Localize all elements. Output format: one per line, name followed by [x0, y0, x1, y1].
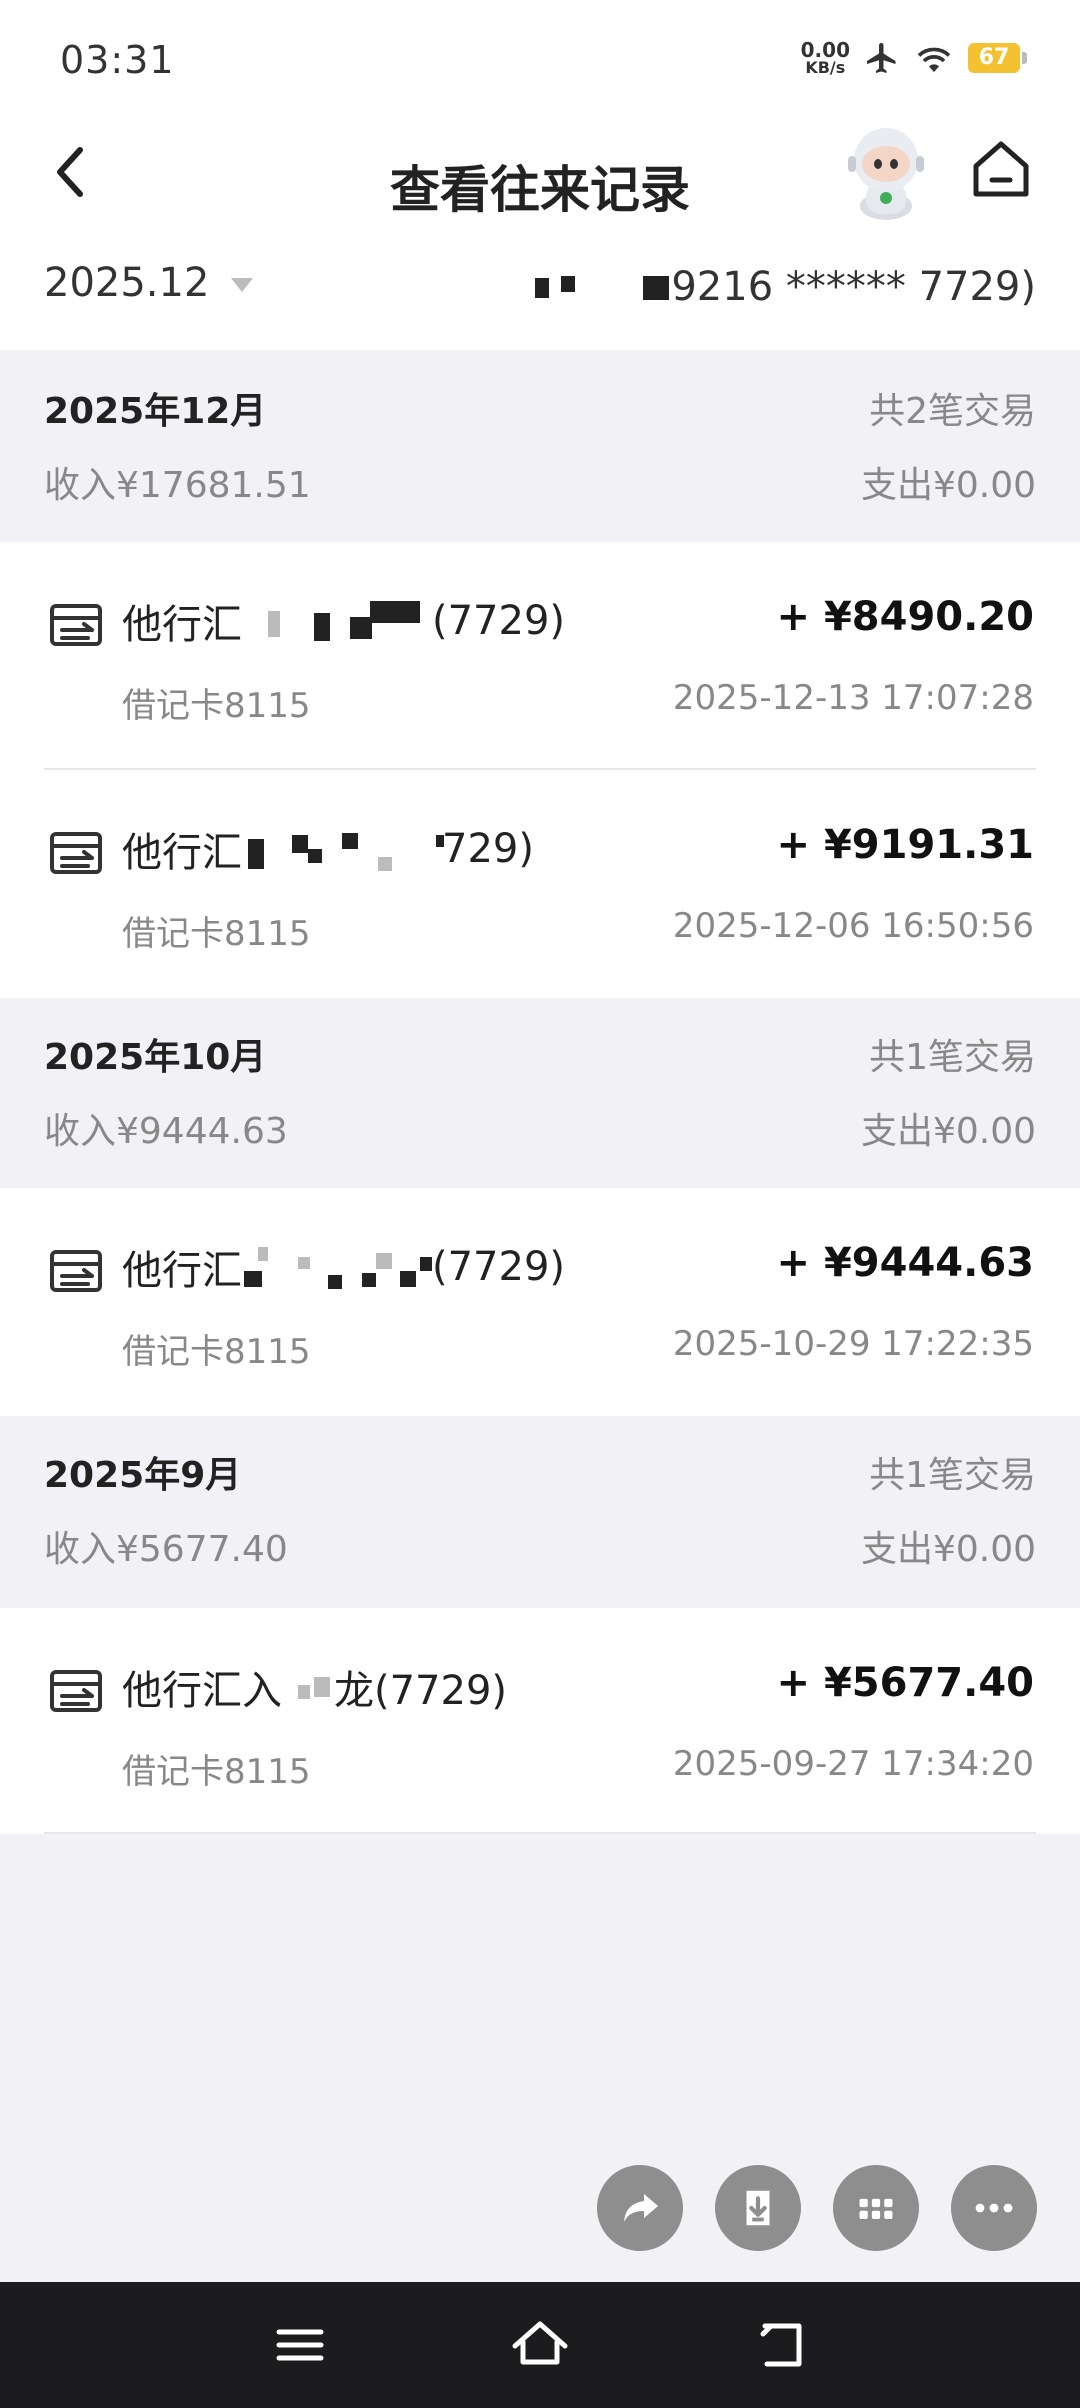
transaction-name-suffix: 龙(7729): [334, 1668, 508, 1714]
transaction-card: 借记卡8115: [122, 1752, 311, 1792]
transaction-item[interactable]: 他行汇入 龙(7729) + ¥5677.40 借记卡8115 2025-09-…: [0, 1608, 1080, 1834]
transaction-name-suffix: 729): [442, 826, 534, 872]
section-month: 2025年10月: [44, 1037, 267, 1078]
transaction-name: 他行汇 729): [122, 820, 534, 878]
back-icon[interactable]: [745, 2310, 815, 2380]
transaction-time: 2025-09-27 17:34:20: [672, 1744, 1034, 1784]
month-selector-label: 2025.12: [44, 260, 210, 306]
system-nav-bar: [0, 2282, 1080, 2408]
transaction-name-prefix: 他行汇: [122, 1248, 242, 1294]
transaction-name-prefix: 他行汇: [122, 602, 242, 648]
month-section-header: 2025年9月 共1笔交易 收入¥5677.40 支出¥0.00: [0, 1416, 1080, 1608]
transfer-icon: [50, 604, 102, 646]
section-count: 共2笔交易: [869, 391, 1036, 432]
transaction-amount: + ¥9444.63: [776, 1240, 1034, 1286]
section-expense: 支出¥0.00: [860, 1529, 1036, 1570]
grid-menu-button[interactable]: [833, 2165, 919, 2251]
status-bar: 03:31 0.00 KB/s 67: [0, 0, 1080, 120]
transaction-name: 他行汇入 龙(7729): [122, 1658, 507, 1716]
section-month: 2025年12月: [44, 391, 267, 432]
section-month: 2025年9月: [44, 1455, 242, 1496]
transaction-amount: + ¥5677.40: [776, 1660, 1034, 1706]
transaction-card: 借记卡8115: [122, 686, 311, 726]
account-number-text: 9216 ****** 7729): [671, 264, 1036, 310]
transaction-amount: + ¥9191.31: [776, 822, 1034, 868]
redaction-mask: [242, 601, 432, 641]
download-icon: [746, 2190, 770, 2226]
redaction-mask: [282, 1667, 334, 1707]
divider: [44, 1832, 1036, 1834]
account-number: 9216 ****** 7729): [535, 264, 1036, 310]
transaction-time: 2025-12-13 17:07:28: [672, 678, 1034, 718]
more-icon: [975, 2203, 1013, 2213]
more-button[interactable]: [951, 2165, 1037, 2251]
network-speed-unit: KB/s: [805, 58, 846, 77]
wifi-icon: [917, 47, 951, 73]
transaction-time: 2025-12-06 16:50:56: [672, 906, 1034, 946]
filter-row: 2025.12 9216 ****** 7729): [0, 240, 1080, 350]
grid-icon: [859, 2198, 893, 2219]
transaction-name-suffix: (7729): [432, 1244, 566, 1290]
redaction-mask: [242, 1247, 432, 1289]
airplane-icon: [867, 43, 896, 73]
month-section-header: 2025年10月 共1笔交易 收入¥9444.63 支出¥0.00: [0, 998, 1080, 1188]
transaction-name-prefix: 他行汇: [122, 830, 242, 876]
share-icon: [624, 2194, 658, 2222]
assistant-mascot-icon[interactable]: [838, 120, 934, 220]
section-expense: 支出¥0.00: [860, 465, 1036, 506]
transaction-item[interactable]: 他行汇 (7729) + ¥8490.20 借记卡8115 2025-12-13…: [0, 542, 1080, 770]
menu-icon[interactable]: [265, 2310, 335, 2380]
section-count: 共1笔交易: [869, 1037, 1036, 1078]
section-income: 收入¥9444.63: [44, 1111, 288, 1152]
transaction-name: 他行汇 (7729): [122, 1238, 565, 1296]
share-button[interactable]: [597, 2165, 683, 2251]
home-icon[interactable]: [505, 2310, 575, 2380]
transaction-name-prefix: 他行汇入: [122, 1668, 282, 1714]
status-icons: 0.00 KB/s 67: [801, 40, 1027, 76]
section-income: 收入¥5677.40: [44, 1529, 288, 1570]
transaction-card: 借记卡8115: [122, 914, 311, 954]
transfer-icon: [50, 1670, 102, 1712]
transaction-name: 他行汇 (7729): [122, 592, 565, 650]
transaction-amount: + ¥8490.20: [776, 594, 1034, 640]
transaction-card: 借记卡8115: [122, 1332, 311, 1372]
transaction-time: 2025-10-29 17:22:35: [672, 1324, 1034, 1364]
month-selector[interactable]: 2025.12: [44, 260, 254, 306]
download-button[interactable]: [715, 2165, 801, 2251]
transfer-icon: [50, 1250, 102, 1292]
transfer-icon: [50, 832, 102, 874]
redaction-mask: [242, 829, 444, 871]
section-expense: 支出¥0.00: [860, 1111, 1036, 1152]
network-speed-value: 0.00: [800, 38, 850, 62]
section-income: 收入¥17681.51: [44, 465, 311, 506]
transaction-item[interactable]: 他行汇 729) + ¥9191.31 借记卡8115 2025-12-06 1…: [0, 770, 1080, 998]
transaction-name-suffix: (7729): [432, 598, 566, 644]
section-count: 共1笔交易: [869, 1455, 1036, 1496]
caret-down-icon: [231, 278, 254, 292]
transaction-item[interactable]: 他行汇 (7729) + ¥9444.63 借记卡8115 2025-10-29…: [0, 1188, 1080, 1416]
redaction-mask: [535, 270, 670, 304]
status-time: 03:31: [60, 38, 175, 82]
month-section-header: 2025年12月 共2笔交易 收入¥17681.51 支出¥0.00: [0, 352, 1080, 542]
home-button[interactable]: [966, 134, 1036, 204]
network-speed: 0.00 KB/s: [801, 40, 850, 76]
battery-indicator: 67: [968, 43, 1027, 73]
